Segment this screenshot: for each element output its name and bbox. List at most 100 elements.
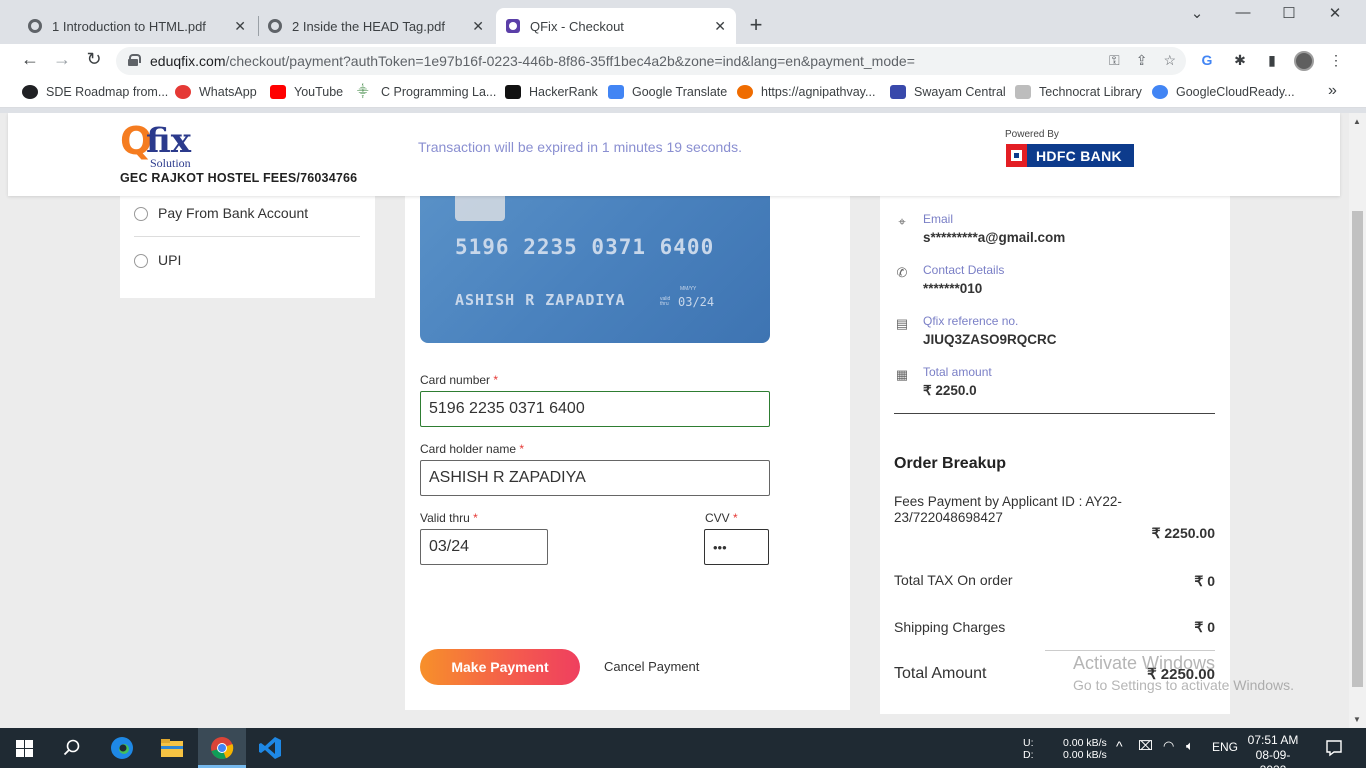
hdfc-bank-logo: HDFC BANK: [1006, 144, 1134, 167]
bookmark-google-cloud[interactable]: GoogleCloudReady...: [1152, 85, 1295, 99]
bookmark-sde-roadmap[interactable]: SDE Roadmap from...: [22, 85, 168, 99]
forward-icon[interactable]: →: [50, 49, 74, 70]
file-explorer-icon[interactable]: [160, 736, 184, 760]
extensions-puzzle-icon[interactable]: ✱: [1230, 52, 1250, 69]
reload-icon[interactable]: ↻: [82, 49, 106, 70]
shipping-value: ₹ 0: [1194, 619, 1215, 635]
chrome-icon[interactable]: [210, 736, 234, 760]
page-viewport: Q fix Solution GEC RAJKOT HOSTEL FEES/76…: [0, 113, 1366, 728]
menu-kebab-icon[interactable]: ⋮: [1326, 52, 1346, 69]
clock[interactable]: 07:51 AM 08-09-2022: [1244, 733, 1302, 768]
tax-label: Total TAX On order: [894, 572, 1013, 588]
tab-bar: 1 Introduction to HTML.pdf ✕ 2 Inside th…: [0, 0, 1366, 44]
vscode-icon[interactable]: [258, 736, 282, 760]
page-scrollbar[interactable]: ▲ ▼: [1349, 113, 1366, 728]
new-tab-button[interactable]: +: [744, 12, 768, 38]
back-icon[interactable]: ←: [18, 49, 42, 70]
bookmark-label: WhatsApp: [199, 85, 257, 99]
bookmark-agnipath[interactable]: https://agnipathvay...: [737, 85, 875, 99]
edge-browser-icon[interactable]: [110, 736, 134, 760]
logo-fix: fix: [146, 121, 191, 161]
battery-network-icon[interactable]: ⌧: [1138, 739, 1153, 752]
bookmark-star-icon[interactable]: ☆: [1163, 52, 1176, 69]
cvv-input[interactable]: •••: [704, 529, 769, 565]
agnipath-icon: [737, 85, 753, 99]
powered-by-label: Powered By: [1005, 129, 1059, 140]
order-total-label: Total Amount: [894, 665, 987, 682]
scroll-up-icon[interactable]: ▲: [1353, 117, 1361, 126]
swayam-icon: [890, 85, 906, 99]
activate-windows-hint: Go to Settings to activate Windows.: [1073, 677, 1294, 693]
option-label: Pay From Bank Account: [158, 205, 309, 221]
maximize-icon[interactable]: ☐: [1269, 4, 1309, 22]
contact-label: Contact Details: [923, 263, 1005, 277]
bookmark-swayam[interactable]: Swayam Central: [890, 85, 1006, 99]
radio-button[interactable]: [134, 207, 148, 221]
tab-head-tag-pdf[interactable]: 2 Inside the HEAD Tag.pdf ✕: [258, 8, 494, 44]
google-translate-extension-icon[interactable]: G: [1197, 52, 1217, 68]
checkout-header: Q fix Solution GEC RAJKOT HOSTEL FEES/76…: [8, 113, 1340, 196]
url-host: eduqfix.com: [150, 53, 226, 69]
bookmark-label: Google Translate: [632, 85, 728, 99]
profile-avatar[interactable]: [1294, 51, 1314, 71]
bookmark-google-translate[interactable]: Google Translate: [608, 85, 727, 99]
minimize-icon[interactable]: —: [1223, 4, 1263, 21]
close-icon[interactable]: ✕: [472, 18, 484, 35]
qfix-favicon-icon: [506, 19, 520, 33]
bookmark-label: HackerRank: [529, 85, 598, 99]
bookmarks-bar: SDE Roadmap from... WhatsApp YouTube ⸎ C …: [0, 78, 1366, 108]
bookmark-technocrat-library[interactable]: Technocrat Library: [1015, 85, 1142, 99]
wifi-icon[interactable]: ◠: [1163, 739, 1174, 752]
card-holder-input[interactable]: ASHISH R ZAPADIYA: [420, 460, 770, 496]
notification-center-icon[interactable]: [1322, 736, 1346, 760]
phone-icon: ✆: [896, 265, 908, 280]
tab-introduction-pdf[interactable]: 1 Introduction to HTML.pdf ✕: [18, 8, 256, 44]
bookmark-hackerrank[interactable]: HackerRank: [505, 85, 598, 99]
tab-search-icon[interactable]: ⌄: [1177, 4, 1217, 22]
browser-toolbar: ← → ↻ eduqfix.com/checkout/payment?authT…: [0, 44, 1366, 78]
windows-start-icon[interactable]: [12, 736, 36, 760]
net-down-label: D:: [1023, 749, 1034, 761]
share-icon[interactable]: ⇪: [1136, 52, 1148, 69]
bookmark-whatsapp[interactable]: WhatsApp: [175, 85, 257, 99]
pay-from-bank-option[interactable]: Pay From Bank Account: [134, 205, 308, 221]
show-hidden-icons-chevron-icon[interactable]: ^: [1116, 739, 1123, 753]
bookmark-c-programming[interactable]: ⸎ C Programming La...: [357, 85, 496, 99]
close-icon[interactable]: ✕: [714, 18, 726, 35]
scrollbar-thumb[interactable]: [1352, 211, 1363, 687]
bookmark-label: SDE Roadmap from...: [46, 85, 169, 99]
cancel-payment-link[interactable]: Cancel Payment: [604, 659, 699, 674]
card-number-input[interactable]: 5196 2235 0371 6400: [420, 391, 770, 427]
google-translate-icon: [608, 85, 624, 99]
expiry-timer: Transaction will be expired in 1 minutes…: [418, 139, 742, 155]
more-bookmarks-icon[interactable]: »: [1328, 82, 1337, 100]
language-indicator[interactable]: ENG: [1212, 741, 1238, 753]
tab-qfix-checkout[interactable]: QFix - Checkout ✕: [496, 8, 736, 44]
make-payment-button[interactable]: Make Payment: [420, 649, 580, 685]
card-preview-expiry: 03/24: [678, 295, 715, 309]
bookmark-youtube[interactable]: YouTube: [270, 85, 343, 99]
youtube-icon: [270, 85, 286, 99]
valid-thru-input[interactable]: 03/24: [420, 529, 548, 565]
side-panel-icon[interactable]: ▮: [1262, 52, 1282, 69]
key-icon[interactable]: ⚿: [1109, 52, 1120, 69]
search-icon[interactable]: [60, 736, 84, 760]
lock-icon[interactable]: [128, 54, 141, 66]
reference-label: Qfix reference no.: [923, 314, 1019, 328]
qfix-logo: Q fix Solution: [120, 121, 220, 170]
divider: [134, 236, 360, 237]
radio-button[interactable]: [134, 254, 148, 268]
divider: [1045, 650, 1215, 651]
bookmark-label: YouTube: [294, 85, 344, 99]
tab-title: QFix - Checkout: [530, 18, 624, 34]
address-bar[interactable]: eduqfix.com/checkout/payment?authToken=1…: [116, 47, 1186, 75]
close-icon[interactable]: ✕: [234, 18, 246, 35]
net-up-speed: 0.00 kB/s: [1063, 737, 1107, 749]
card-number-label: Card number *: [420, 373, 499, 387]
scroll-down-icon[interactable]: ▼: [1353, 715, 1361, 724]
window-close-icon[interactable]: ✕: [1315, 4, 1355, 22]
volume-icon[interactable]: 🔈︎: [1186, 739, 1194, 752]
upi-option[interactable]: UPI: [134, 252, 181, 268]
hackerrank-icon: [505, 85, 521, 99]
tab-title: 1 Introduction to HTML.pdf: [52, 18, 206, 34]
